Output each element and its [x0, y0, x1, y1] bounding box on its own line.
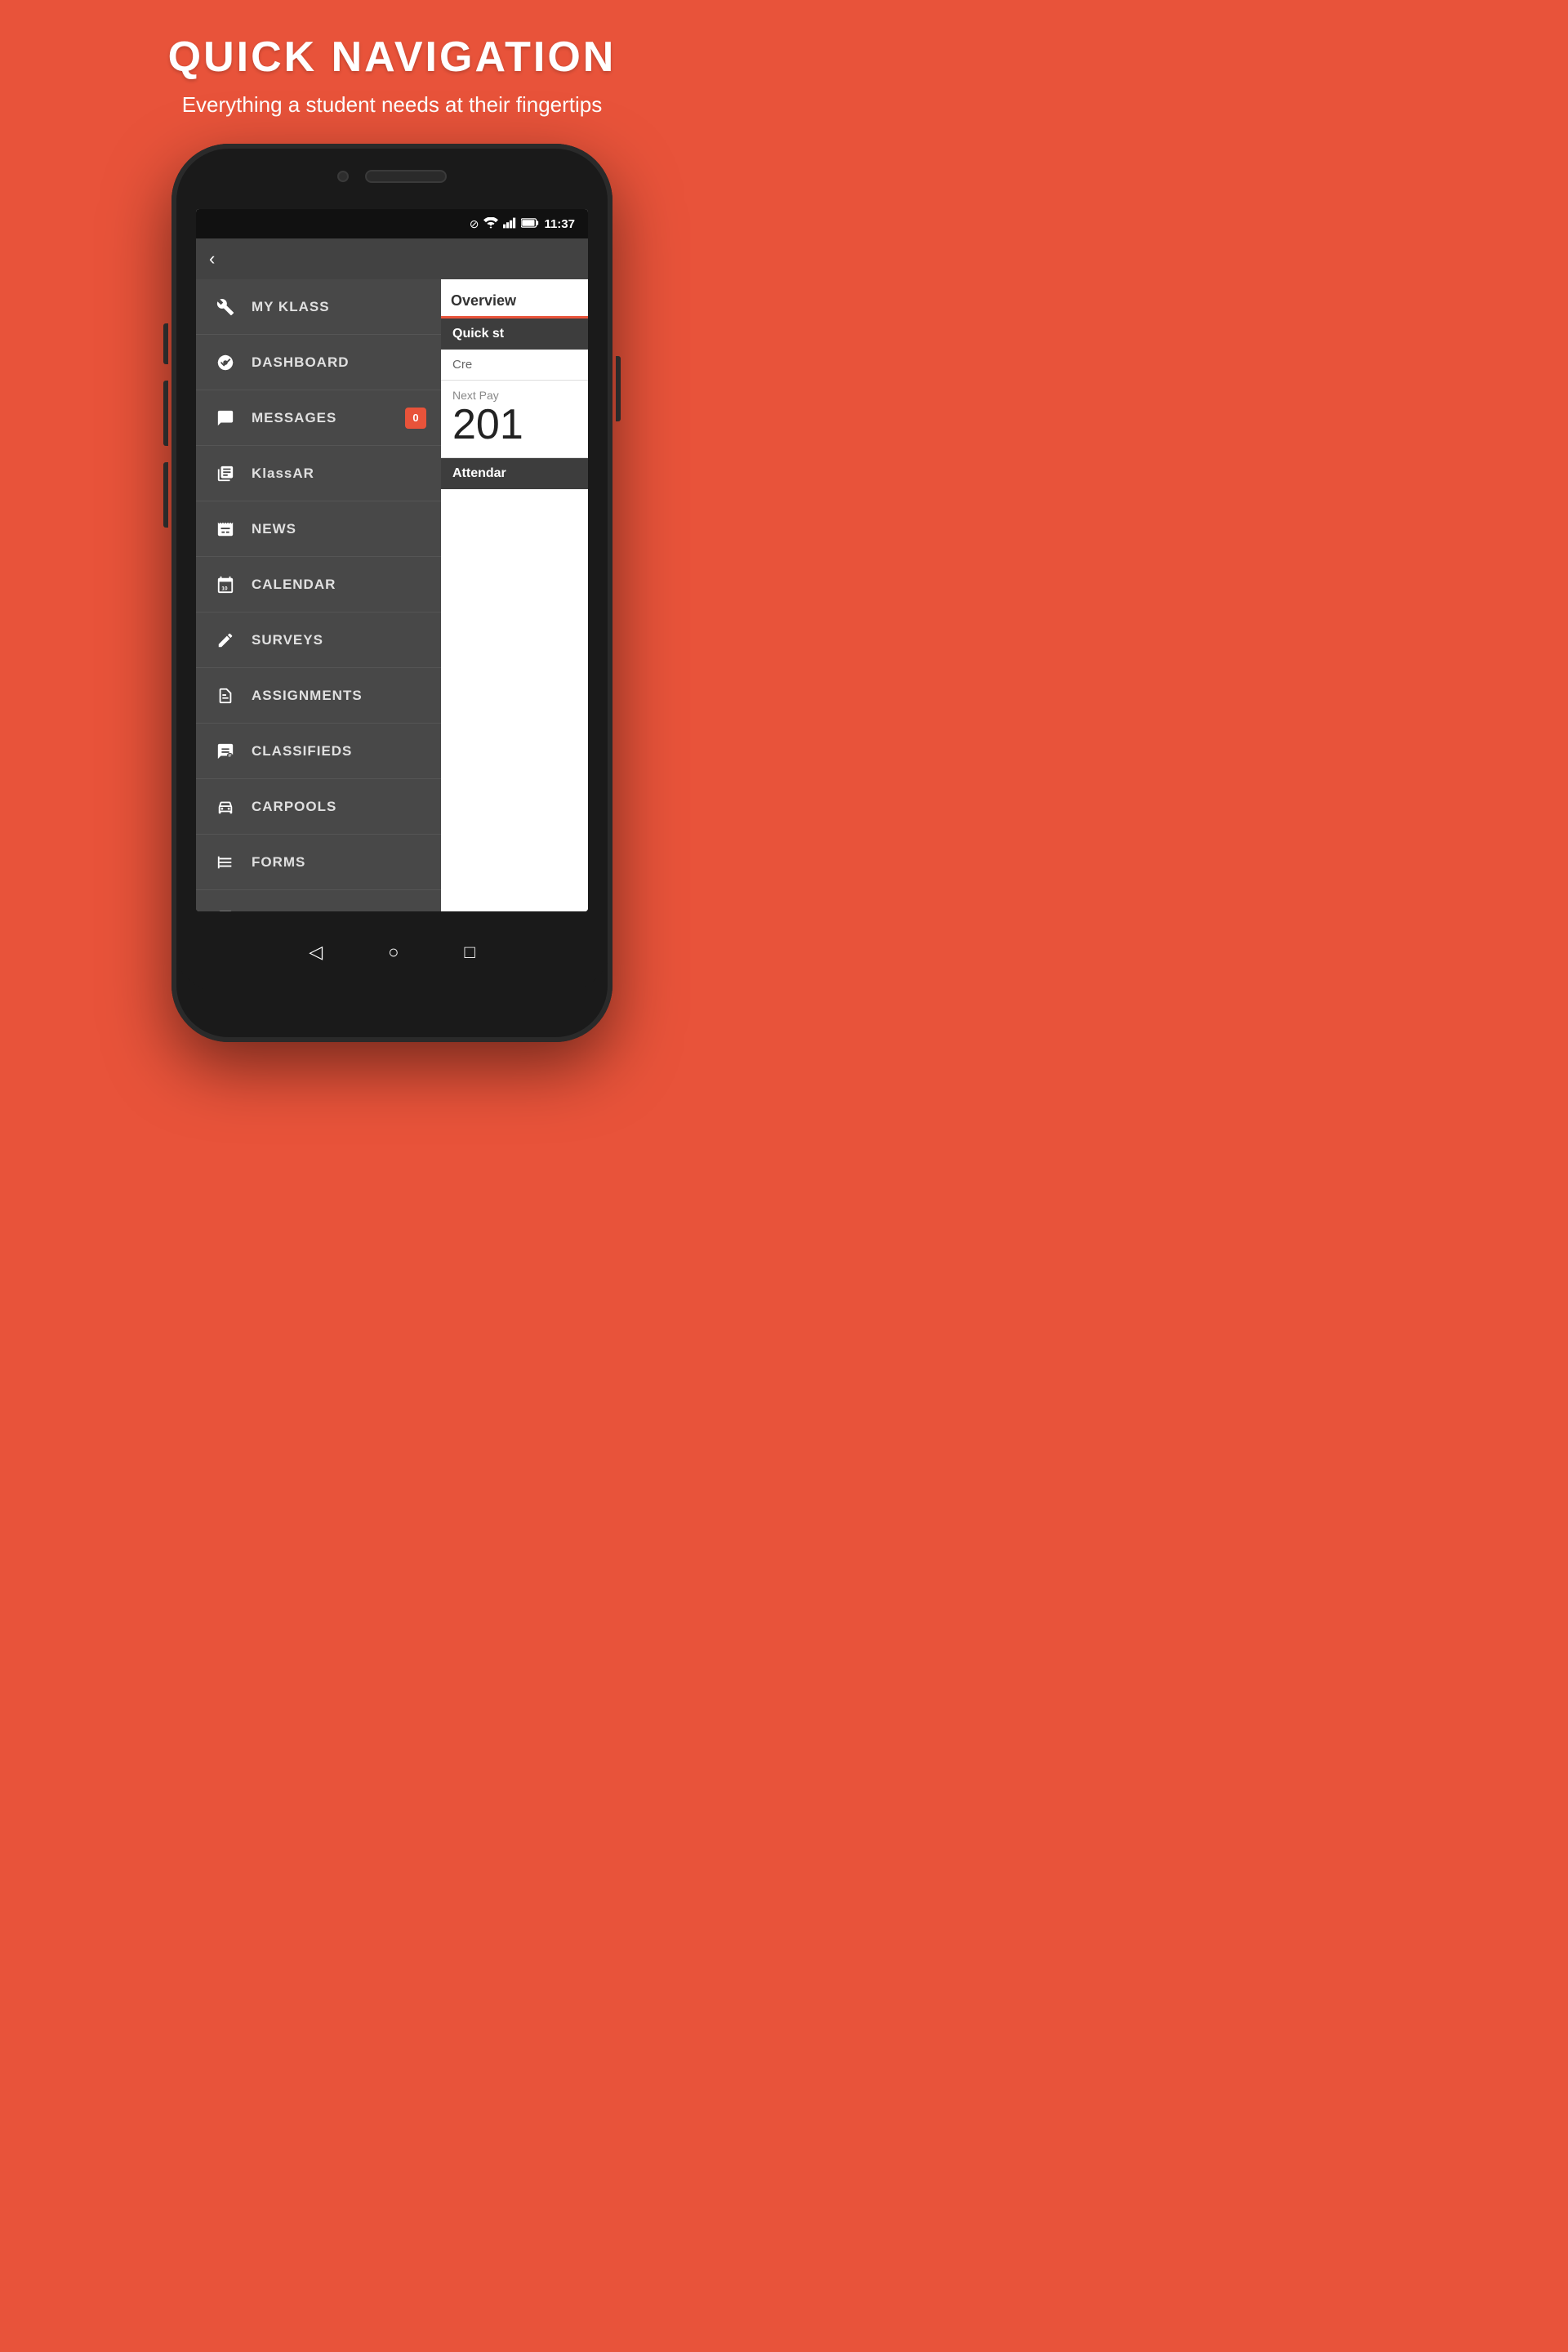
volume-up-button	[163, 381, 168, 446]
next-pay-value: 201	[452, 402, 577, 448]
news-icon	[211, 520, 240, 538]
page-subtitle: Everything a student needs at their fing…	[168, 90, 617, 119]
sidebar-item-galleries[interactable]: GALLERIES	[196, 890, 441, 911]
dashboard-label: DASHBOARD	[252, 354, 426, 371]
sidebar-item-forms[interactable]: FORMS	[196, 835, 441, 890]
mute-button	[163, 323, 168, 364]
dashboard-icon	[211, 354, 240, 372]
classifieds-icon	[211, 742, 240, 760]
app-topbar: ‹	[196, 238, 588, 279]
sidebar-item-calendar[interactable]: 10 CALENDAR	[196, 557, 441, 612]
android-nav-bar: ◁ ○ □	[172, 911, 612, 993]
status-time: 11:37	[544, 217, 575, 231]
galleries-icon	[211, 909, 240, 912]
battery-icon	[521, 217, 539, 230]
android-recent-button[interactable]: □	[464, 942, 474, 963]
phone-top-decoration	[172, 144, 612, 209]
status-bar: ⊘	[196, 209, 588, 238]
android-home-button[interactable]: ○	[388, 942, 399, 963]
sidebar-item-carpools[interactable]: CARPOOLS	[196, 779, 441, 835]
no-sim-icon: ⊘	[470, 217, 479, 231]
classifieds-label: CLASSIFIEDS	[252, 743, 426, 760]
power-button	[616, 356, 621, 421]
forms-label: FORMS	[252, 854, 426, 871]
sidebar-item-surveys[interactable]: SURVEYS	[196, 612, 441, 668]
volume-down-button	[163, 462, 168, 528]
sidebar-nav: MY KLASS DASHBOARD	[196, 279, 441, 911]
surveys-label: SURVEYS	[252, 632, 426, 648]
sidebar-item-my-klass[interactable]: MY KLASS	[196, 279, 441, 335]
app-content: ‹ MY KLASS	[196, 238, 588, 911]
sidebar-item-news[interactable]: NEWS	[196, 501, 441, 557]
wrench-icon	[211, 298, 240, 316]
next-pay-label: Next Pay	[452, 389, 577, 402]
assignments-label: ASSIGNMENTS	[252, 688, 426, 704]
assignments-icon	[211, 687, 240, 705]
credit-section: Cre	[441, 350, 588, 381]
messages-label: MESSAGES	[252, 410, 405, 426]
calendar-label: CALENDAR	[252, 577, 426, 593]
phone-mockup: ⊘	[172, 144, 612, 1042]
speaker-grille	[365, 170, 447, 183]
overview-tab-label: Overview	[451, 292, 516, 316]
carpools-label: CARPOOLS	[252, 799, 426, 815]
my-klass-label: MY KLASS	[252, 299, 426, 315]
messages-icon	[211, 409, 240, 427]
calendar-icon: 10	[211, 576, 240, 594]
news-label: NEWS	[252, 521, 426, 537]
page-header: QUICK NAVIGATION Everything a student ne…	[152, 0, 633, 144]
sidebar-item-classifieds[interactable]: CLASSIFIEDS	[196, 724, 441, 779]
forms-icon	[211, 853, 240, 871]
wifi-icon	[483, 217, 498, 231]
android-back-button[interactable]: ◁	[309, 942, 323, 963]
overview-tab[interactable]: Overview	[441, 279, 588, 318]
signal-icon	[503, 217, 516, 231]
sidebar-item-assignments[interactable]: ASSIGNMENTS	[196, 668, 441, 724]
sidebar-item-klassar[interactable]: KlassAR	[196, 446, 441, 501]
messages-badge: 0	[405, 408, 426, 429]
attendance-content	[441, 489, 588, 912]
attendance-section: Attendar	[441, 458, 588, 489]
klassar-label: KlassAR	[252, 466, 426, 482]
svg-text:10: 10	[221, 586, 228, 591]
car-icon	[211, 798, 240, 816]
status-icons: ⊘	[470, 217, 575, 231]
back-button[interactable]: ‹	[209, 248, 215, 270]
sidebar-item-messages[interactable]: MESSAGES 0	[196, 390, 441, 446]
sidebar-item-dashboard[interactable]: DASHBOARD	[196, 335, 441, 390]
phone-screen: ⊘	[196, 209, 588, 911]
main-split: MY KLASS DASHBOARD	[196, 279, 588, 911]
klassar-icon	[211, 465, 240, 483]
surveys-icon	[211, 631, 240, 649]
right-panel: Overview Quick st Cre Next Pay 201 Atten…	[441, 279, 588, 911]
next-pay-section: Next Pay 201	[441, 381, 588, 457]
quick-stats-header: Quick st	[441, 318, 588, 350]
page-title: QUICK NAVIGATION	[168, 33, 617, 82]
front-camera	[337, 171, 349, 182]
